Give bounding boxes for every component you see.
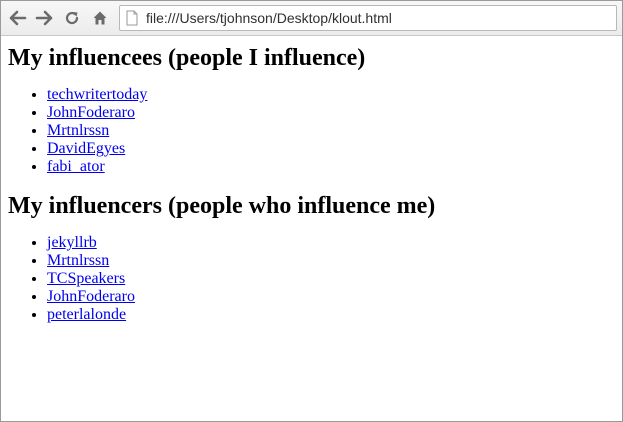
list-item: techwritertoday xyxy=(47,86,622,104)
influencer-link[interactable]: jekyllrb xyxy=(47,234,97,251)
browser-toolbar: file:///Users/tjohnson/Desktop/klout.htm… xyxy=(1,1,622,36)
home-icon xyxy=(92,10,108,26)
influencer-link[interactable]: peterlalonde xyxy=(47,306,126,323)
influencees-list: techwritertoday JohnFoderaro Mrtnlrssn D… xyxy=(8,86,622,176)
page-content: My influencees (people I influence) tech… xyxy=(1,36,622,421)
reload-button[interactable] xyxy=(61,7,83,29)
influencers-list: jekyllrb Mrtnlrssn TCSpeakers JohnFodera… xyxy=(8,234,622,324)
browser-window: file:///Users/tjohnson/Desktop/klout.htm… xyxy=(0,0,623,422)
list-item: jekyllrb xyxy=(47,234,622,252)
reload-icon xyxy=(64,10,80,26)
forward-icon xyxy=(35,10,53,26)
page-icon xyxy=(126,10,138,31)
list-item: DavidEgyes xyxy=(47,140,622,158)
forward-button[interactable] xyxy=(33,7,55,29)
influencee-link[interactable]: Mrtnlrssn xyxy=(47,122,109,139)
list-item: fabi_ator xyxy=(47,158,622,176)
list-item: Mrtnlrssn xyxy=(47,122,622,140)
influencees-section: My influencees (people I influence) tech… xyxy=(8,44,622,176)
list-item: TCSpeakers xyxy=(47,270,622,288)
influencers-section: My influencers (people who influence me)… xyxy=(8,192,622,324)
influencee-link[interactable]: techwritertoday xyxy=(47,86,147,103)
influencers-heading: My influencers (people who influence me) xyxy=(8,193,436,219)
list-item: JohnFoderaro xyxy=(47,288,622,306)
influencer-link[interactable]: JohnFoderaro xyxy=(47,288,135,305)
influencee-link[interactable]: JohnFoderaro xyxy=(47,104,135,121)
back-button[interactable] xyxy=(7,7,29,29)
list-item: Mrtnlrssn xyxy=(47,252,622,270)
influencee-link[interactable]: fabi_ator xyxy=(47,158,105,175)
influencee-link[interactable]: DavidEgyes xyxy=(47,140,125,157)
list-item: peterlalonde xyxy=(47,306,622,324)
home-button[interactable] xyxy=(89,7,111,29)
list-item: JohnFoderaro xyxy=(47,104,622,122)
influencer-link[interactable]: TCSpeakers xyxy=(47,270,125,287)
influencees-heading: My influencees (people I influence) xyxy=(8,45,366,71)
url-text[interactable]: file:///Users/tjohnson/Desktop/klout.htm… xyxy=(146,10,392,26)
influencer-link[interactable]: Mrtnlrssn xyxy=(47,252,109,269)
address-bar[interactable]: file:///Users/tjohnson/Desktop/klout.htm… xyxy=(119,5,617,31)
back-icon xyxy=(9,10,27,26)
